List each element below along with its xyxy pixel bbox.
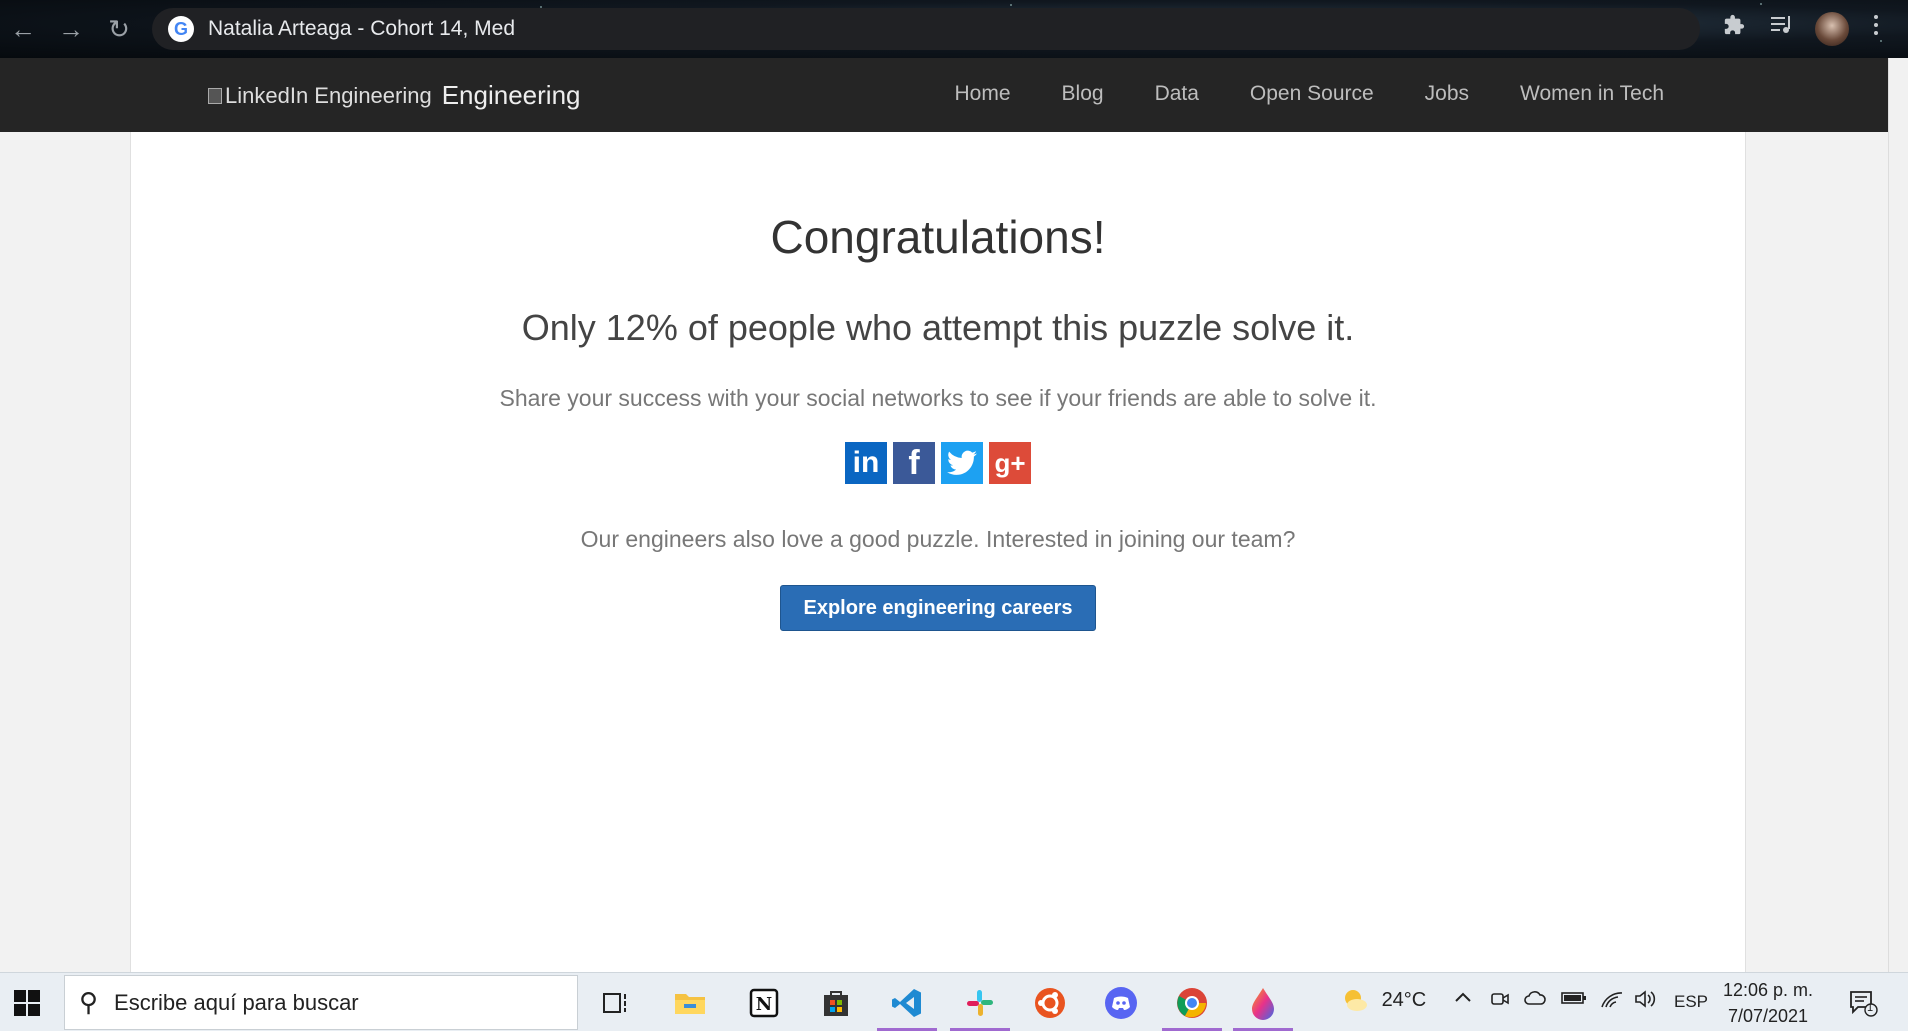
social-share-buttons: in f g+ [131, 442, 1745, 484]
clock-date: 7/07/2021 [1727, 1006, 1809, 1026]
wifi-icon [1601, 992, 1623, 1008]
googleplus-share-button[interactable]: g+ [989, 442, 1031, 484]
star-decoration [1760, 3, 1762, 5]
ubuntu-app[interactable] [1030, 983, 1070, 1023]
battery-tray[interactable] [1561, 989, 1587, 1012]
puzzle-icon [1724, 14, 1745, 35]
reload-button[interactable]: ↻ [104, 14, 134, 44]
taskbar-search[interactable]: ⚲ Escribe aquí para buscar [64, 975, 578, 1030]
forward-button[interactable]: → [56, 14, 86, 44]
cloud-icon [1524, 991, 1546, 1005]
site-header: LinkedIn Engineering Engineering Home Bl… [0, 58, 1888, 132]
file-explorer-app[interactable] [670, 983, 710, 1023]
windows-logo-pane [28, 990, 40, 1002]
notification-icon [1850, 991, 1878, 1017]
speaker-icon [1635, 990, 1656, 1008]
google-icon: G [168, 16, 194, 42]
address-bar[interactable]: G Natalia Arteaga - Cohort 14, Med [152, 8, 1700, 50]
microsoft-store-app[interactable] [816, 983, 856, 1023]
camera-icon [1491, 993, 1509, 1005]
vscode-app[interactable] [877, 983, 937, 1031]
browser-toolbar: ← → ↻ G Natalia Arteaga - Cohort 14, Med [0, 0, 1908, 58]
profile-avatar[interactable] [1815, 12, 1849, 46]
more-vertical-icon [1874, 15, 1878, 35]
chrome-app[interactable] [1162, 983, 1222, 1031]
discord-icon [1105, 987, 1137, 1019]
site-logo[interactable]: LinkedIn Engineering Engineering [208, 80, 581, 111]
linkedin-share-button[interactable]: in [845, 442, 887, 484]
nav-blog[interactable]: Blog [1062, 82, 1104, 106]
network-tray[interactable] [1600, 989, 1624, 1015]
chrome-icon [1177, 988, 1207, 1018]
puzzle-stat-subtitle: Only 12% of people who attempt this puzz… [521, 307, 1355, 348]
nav-jobs[interactable]: Jobs [1425, 82, 1469, 106]
logo-text: Engineering [441, 80, 581, 110]
windows-logo-pane [14, 1004, 26, 1016]
start-button[interactable] [14, 990, 40, 1016]
address-bar-text: Natalia Arteaga - Cohort 14, Med [208, 17, 516, 40]
language-indicator[interactable]: ESP [1674, 992, 1708, 1012]
page-title: Congratulations! [770, 211, 1106, 263]
facebook-icon: f [908, 443, 920, 482]
join-team-prompt: Our engineers also love a good puzzle. I… [580, 526, 1296, 552]
back-icon: ← [10, 14, 36, 44]
share-prompt: Share your success with your social netw… [499, 385, 1377, 411]
nav-open-source[interactable]: Open Source [1250, 82, 1374, 106]
nav-data[interactable]: Data [1155, 82, 1199, 106]
main-content: Congratulations! Only 12% of people who … [130, 132, 1746, 972]
forward-icon: → [58, 14, 84, 44]
back-button[interactable]: ← [8, 14, 38, 44]
ubuntu-icon [1035, 988, 1065, 1018]
weather-widget[interactable]: 24°C [1340, 985, 1426, 1015]
meet-now-tray[interactable] [1490, 989, 1510, 1015]
slack-icon [967, 990, 993, 1016]
notification-count: 1 [1867, 1002, 1874, 1014]
nav-women-in-tech[interactable]: Women in Tech [1520, 82, 1664, 106]
windows-logo-pane [28, 1004, 40, 1016]
explore-careers-button[interactable]: Explore engineering careers [780, 585, 1096, 631]
chevron-up-icon [1455, 992, 1471, 1002]
store-icon [824, 991, 848, 1016]
notification-center-button[interactable]: 1 [1848, 988, 1878, 1017]
task-view-icon [603, 993, 626, 1013]
vscode-icon [892, 989, 921, 1017]
googleplus-icon: g+ [994, 447, 1026, 478]
show-hidden-icons-button[interactable] [1454, 989, 1472, 1013]
page-scrollbar[interactable] [1888, 58, 1908, 972]
linkedin-icon: in [852, 446, 880, 479]
star-decoration [1010, 4, 1012, 6]
battery-icon [1561, 992, 1586, 1004]
extensions-button[interactable] [1718, 14, 1750, 44]
discord-app[interactable] [1101, 983, 1141, 1023]
clock[interactable]: 12:06 p. m. 7/07/2021 [1716, 977, 1820, 1029]
slack-app[interactable] [950, 983, 1010, 1031]
notion-app[interactable]: N [744, 983, 784, 1023]
twitter-icon [947, 450, 977, 475]
media-control-button[interactable] [1766, 14, 1798, 44]
paint-app[interactable] [1233, 983, 1293, 1031]
main-nav: Home Blog Data Open Source Jobs Women in… [955, 82, 1665, 106]
search-icon: ⚲ [79, 987, 99, 1017]
taskbar: ⚲ Escribe aquí para buscar N 24°C ESP 12… [0, 972, 1908, 1031]
notion-icon: N [749, 988, 779, 1018]
onedrive-tray[interactable] [1523, 989, 1547, 1013]
twitter-share-button[interactable] [941, 442, 983, 484]
search-placeholder: Escribe aquí para buscar [114, 989, 359, 1015]
nav-home[interactable]: Home [955, 82, 1011, 106]
volume-tray[interactable] [1634, 989, 1658, 1015]
clock-time: 12:06 p. m. [1722, 980, 1814, 1000]
cta-container: Explore engineering careers [131, 585, 1745, 631]
logo-image-alt: LinkedIn Engineering [208, 83, 432, 109]
playlist-icon [1771, 16, 1790, 33]
task-view-button[interactable] [596, 983, 636, 1023]
partly-sunny-icon [1345, 990, 1367, 1011]
paint-drop-icon [1252, 988, 1274, 1020]
svg-text:N: N [756, 994, 772, 1015]
folder-icon [675, 994, 705, 1014]
windows-logo-pane [14, 990, 26, 1002]
browser-menu-button[interactable] [1864, 14, 1888, 44]
facebook-share-button[interactable]: f [893, 442, 935, 484]
weather-temperature: 24°C [1381, 988, 1427, 1011]
reload-icon: ↻ [108, 14, 130, 44]
